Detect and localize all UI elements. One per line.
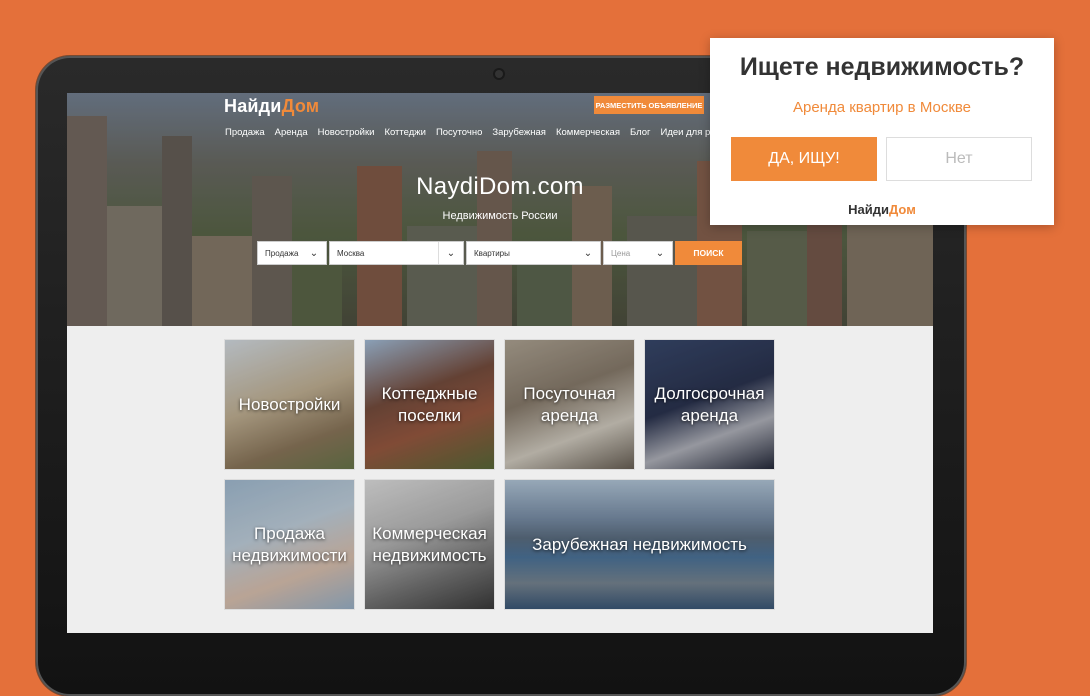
no-button[interactable]: Нет: [886, 137, 1032, 181]
search-bar: Продажа ⌄ Москва ⌄ Квартиры ⌄ Цена ⌄ ПОИ…: [257, 241, 742, 265]
tile-foreign[interactable]: Зарубежная недвижимость: [505, 480, 774, 609]
nav-item-commercial[interactable]: Коммерческая: [556, 127, 620, 138]
popup-question: Ищете недвижимость?: [739, 53, 1025, 81]
nav-item-blog[interactable]: Блог: [630, 127, 651, 138]
question-popup: Ищете недвижимость? Аренда квартир в Мос…: [710, 38, 1054, 225]
tile-sale[interactable]: Продажа недвижимости: [225, 480, 354, 609]
deal-type-select[interactable]: Продажа ⌄: [257, 241, 327, 265]
search-button[interactable]: ПОИСК: [675, 241, 742, 265]
post-ad-button[interactable]: РАЗМЕСТИТЬ ОБЪЯВЛЕНИЕ: [594, 96, 704, 114]
chevron-down-icon: ⌄: [438, 242, 463, 264]
tile-long-rent[interactable]: Долгосрочная аренда: [645, 340, 774, 469]
nav-item-cottages[interactable]: Коттеджи: [384, 127, 425, 138]
webcam: [495, 70, 503, 78]
tile-daily-rent[interactable]: Посуточная аренда: [505, 340, 634, 469]
tile-cottages[interactable]: Коттеджные поселки: [365, 340, 494, 469]
city-select[interactable]: Москва ⌄: [329, 241, 464, 265]
main-nav: Продажа Аренда Новостройки Коттеджи Посу…: [225, 127, 752, 138]
price-select[interactable]: Цена ⌄: [603, 241, 673, 265]
chevron-down-icon: ⌄: [309, 247, 319, 259]
chevron-down-icon: ⌄: [655, 247, 665, 259]
popup-link[interactable]: Аренда квартир в Москве: [710, 99, 1054, 116]
yes-button[interactable]: ДА, ИЩУ!: [731, 137, 877, 181]
property-type-select[interactable]: Квартиры ⌄: [466, 241, 601, 265]
nav-item-daily[interactable]: Посуточно: [436, 127, 482, 138]
chevron-down-icon: ⌄: [583, 247, 593, 259]
nav-item-foreign[interactable]: Зарубежная: [492, 127, 546, 138]
popup-logo: НайдиДом: [848, 202, 916, 217]
site-logo[interactable]: НайдиДом: [224, 96, 319, 117]
nav-item-rent[interactable]: Аренда: [275, 127, 308, 138]
nav-item-new-buildings[interactable]: Новостройки: [318, 127, 375, 138]
nav-item-sale[interactable]: Продажа: [225, 127, 265, 138]
tile-new-buildings[interactable]: Новостройки: [225, 340, 354, 469]
tile-commercial[interactable]: Коммерческая недвижимость: [365, 480, 494, 609]
